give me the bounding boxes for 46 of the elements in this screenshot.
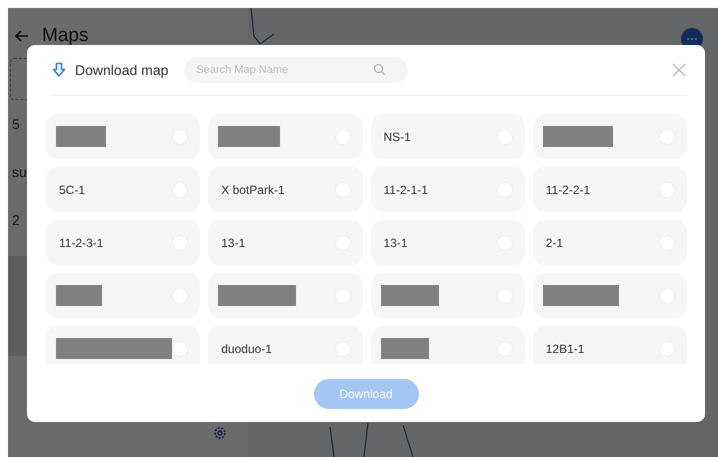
redacted-block [56, 285, 102, 306]
map-name: NS-1 [382, 130, 411, 144]
redacted-block [56, 126, 106, 147]
map-option[interactable] [532, 114, 687, 159]
map-option[interactable] [370, 273, 525, 318]
map-option[interactable]: 11-2-3-1 [46, 220, 200, 265]
map-name: 13-1 [382, 236, 408, 250]
map-option[interactable] [46, 114, 200, 159]
download-icon [51, 62, 67, 78]
map-name: 11-2-3-1 [58, 236, 104, 250]
map-option[interactable]: 5C-1 [46, 167, 200, 212]
redacted-block [380, 285, 438, 306]
map-name: 5C-1 [58, 182, 86, 196]
map-option[interactable]: 13-1 [370, 220, 525, 265]
map-option[interactable]: 12B1-1 [532, 326, 687, 364]
search-icon[interactable] [373, 63, 386, 76]
map-option[interactable]: X botPark-1 [208, 167, 362, 212]
map-option[interactable] [46, 273, 200, 318]
map-name: 11-2-2-1 [544, 182, 590, 196]
map-name: 11-2-1-1 [382, 182, 428, 196]
map-name: 12B1-1 [544, 342, 584, 356]
map-name: X botPark-1 [220, 182, 285, 196]
dialog-title: Download map [75, 62, 168, 78]
map-name: 13-1 [220, 236, 246, 250]
redacted-block [218, 126, 280, 147]
map-option[interactable]: 2-1 [532, 220, 687, 265]
search-field[interactable]: Search Map Name [184, 57, 408, 83]
radio-button[interactable] [172, 340, 188, 356]
map-option[interactable] [46, 326, 200, 364]
redacted-block [542, 126, 613, 147]
map-option[interactable]: duoduo-1 [208, 326, 362, 364]
map-option[interactable] [208, 273, 362, 318]
redacted-block [380, 338, 428, 359]
map-name: 2-1 [544, 236, 564, 250]
app-title: Maps [42, 25, 88, 47]
map-option[interactable] [208, 114, 362, 159]
map-name: duoduo-1 [220, 342, 272, 356]
map-option[interactable] [370, 326, 525, 364]
close-icon[interactable] [671, 62, 687, 78]
map-option[interactable]: 11-2-1-1 [370, 167, 525, 212]
map-option[interactable] [532, 273, 687, 318]
back-arrow-icon[interactable] [14, 28, 30, 44]
map-option[interactable]: 11-2-2-1 [532, 167, 687, 212]
map-option[interactable]: NS-1 [370, 114, 525, 159]
settings-icon[interactable] [212, 425, 228, 441]
map-option[interactable]: 13-1 [208, 220, 362, 265]
